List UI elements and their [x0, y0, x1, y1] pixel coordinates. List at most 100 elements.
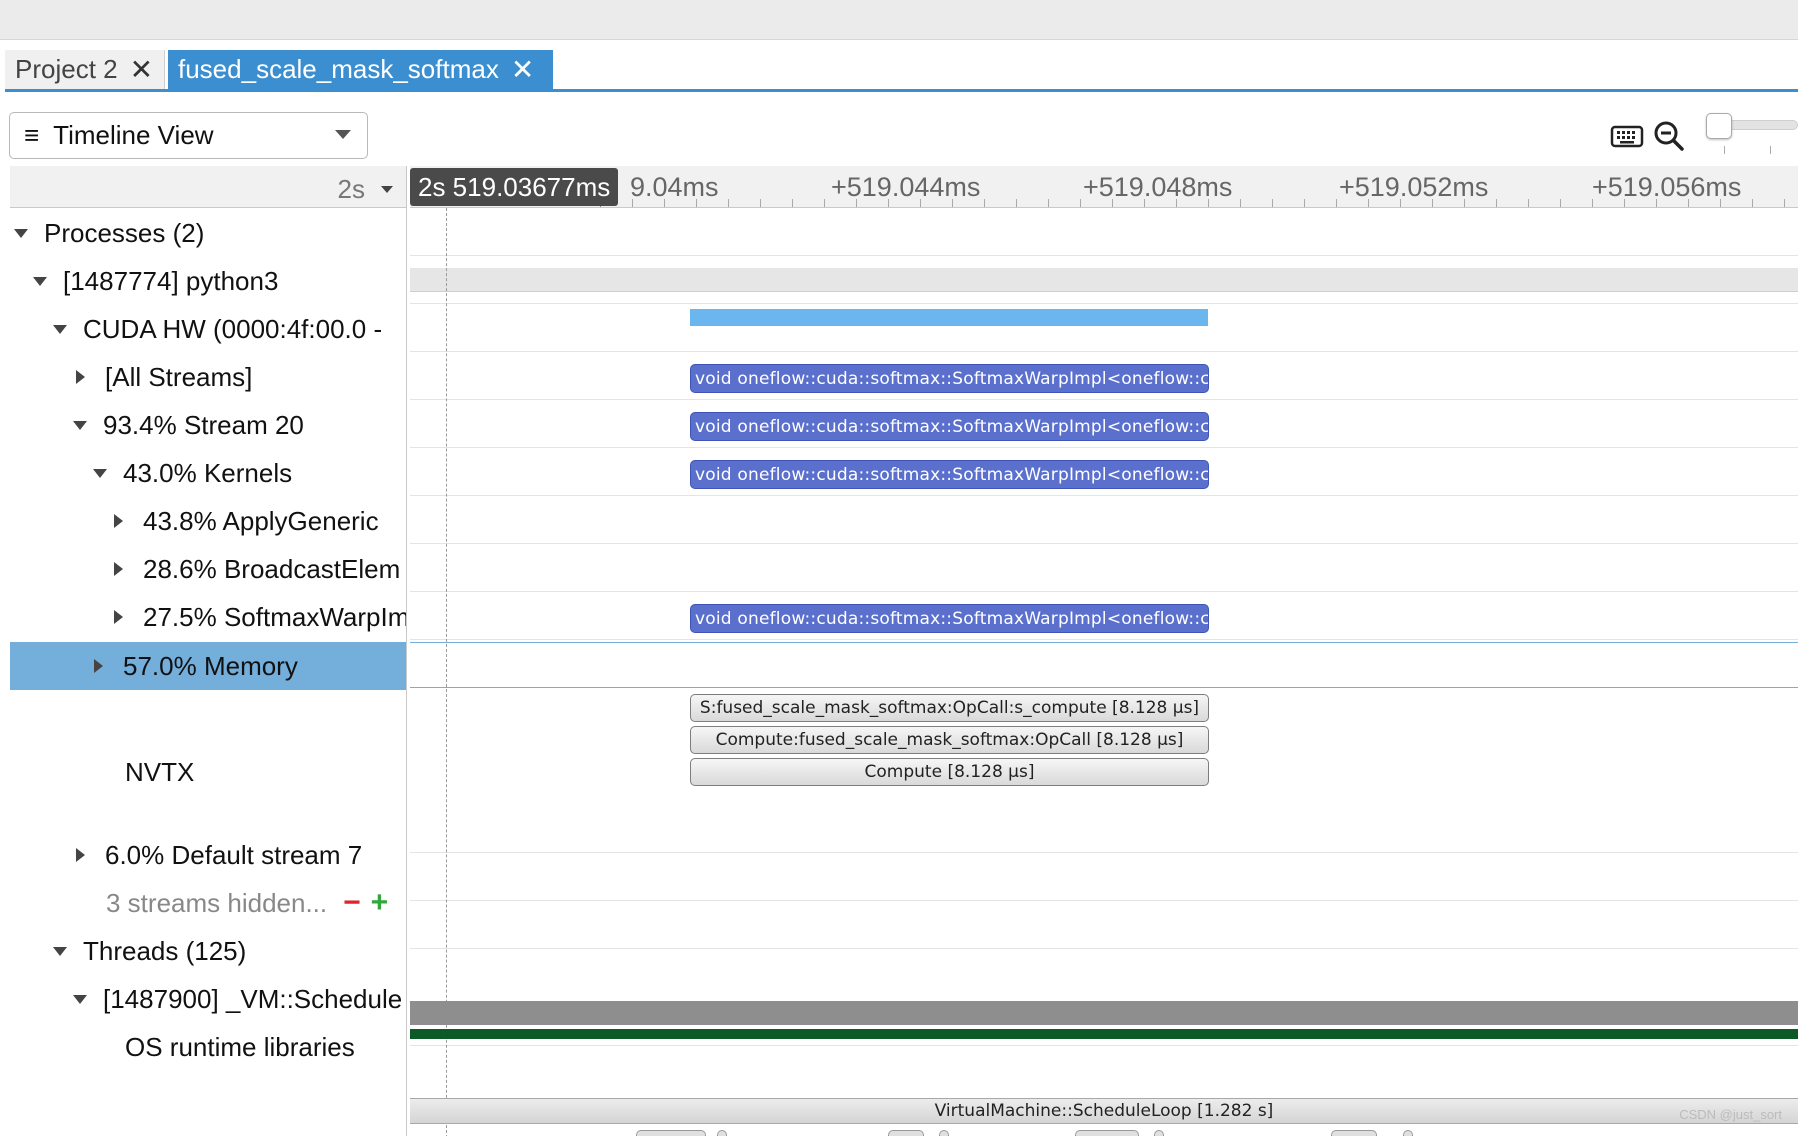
- expand-triangle-icon[interactable]: [14, 228, 28, 238]
- expand-triangle-icon[interactable]: [93, 468, 107, 478]
- tree-row-label: Processes (2): [44, 217, 205, 248]
- window-title-bar: [0, 0, 1798, 40]
- nvtx-range[interactable]: Compute:fused_scale_mask_softmax:OpCall …: [690, 726, 1209, 754]
- kernel-kernels-row[interactable]: void oneflow::cuda::softmax::SoftmaxWarp…: [690, 460, 1209, 489]
- chevron-down-icon: [381, 186, 393, 193]
- tree-row-broadcast[interactable]: 28.6% BroadcastElem: [10, 545, 406, 593]
- os-runtime-range[interactable]: VirtualMachine::ScheduleLoop [1.282 s]: [410, 1098, 1798, 1124]
- thread-running-band[interactable]: [410, 1029, 1798, 1039]
- tab-project-2[interactable]: Project 2 ✕: [5, 50, 165, 89]
- ruler-tick: [792, 199, 793, 207]
- nvtx-range[interactable]: Compute [8.128 µs]: [690, 758, 1209, 786]
- tree-row-label: 43.8% ApplyGeneric: [143, 505, 379, 536]
- ruler-tick: [1656, 199, 1657, 207]
- tree-row-cuda-hw[interactable]: CUDA HW (0000:4f:00.0 -: [10, 305, 406, 353]
- expand-triangle-icon[interactable]: [73, 994, 87, 1004]
- ruler-tick: [1752, 199, 1753, 207]
- row-separator: [410, 303, 1798, 304]
- time-ruler[interactable]: 9.04ms +519.044ms +519.048ms +519.052ms …: [410, 166, 1798, 208]
- expand-triangle-icon[interactable]: [73, 420, 87, 430]
- timescale-selector[interactable]: 2s: [10, 166, 406, 208]
- kernel-stream-20[interactable]: void oneflow::cuda::softmax::SoftmaxWarp…: [690, 412, 1209, 441]
- nvtx-range[interactable]: S:fused_scale_mask_softmax:OpCall:s_comp…: [690, 694, 1209, 722]
- ruler-tick: [1496, 199, 1497, 207]
- slider-tick: [1770, 146, 1771, 154]
- collapse-triangle-icon[interactable]: [76, 848, 85, 862]
- ruler-label: +519.044ms: [831, 172, 981, 202]
- tab-label: fused_scale_mask_softmax: [178, 54, 499, 84]
- collapse-triangle-icon[interactable]: [94, 659, 103, 673]
- os-runtime-call[interactable]: [636, 1130, 706, 1136]
- tree-row-label: [1487900] _VM::Schedule: [103, 983, 403, 1014]
- tree-row-label: [All Streams]: [105, 361, 253, 392]
- tree-row-all-streams[interactable]: [All Streams]: [10, 353, 406, 401]
- view-selector-dropdown[interactable]: ≡ Timeline View: [9, 112, 368, 159]
- tree-row-default-stream[interactable]: 6.0% Default stream 7: [10, 831, 406, 879]
- tab-fused-scale-mask-softmax[interactable]: fused_scale_mask_softmax ✕: [168, 50, 553, 89]
- tree-row-label: OS runtime libraries: [125, 1031, 355, 1062]
- ruler-label: +519.056ms: [1592, 172, 1742, 202]
- tree-row-softmax[interactable]: 27.5% SoftmaxWarpIm: [10, 593, 407, 641]
- tree-row-label: 57.0% Memory: [123, 650, 298, 681]
- zoom-out-icon[interactable]: [1651, 118, 1687, 154]
- ruler-label: 9.04ms: [630, 172, 719, 202]
- timescale-label: 2s: [337, 174, 365, 204]
- tree-row-label: 28.6% BroadcastElem: [143, 553, 401, 584]
- os-runtime-call[interactable]: [717, 1130, 727, 1136]
- os-runtime-call[interactable]: [1403, 1130, 1413, 1136]
- os-runtime-call[interactable]: [1075, 1130, 1139, 1136]
- document-tab-strip: Project 2 ✕ fused_scale_mask_softmax ✕: [5, 50, 1798, 92]
- tree-row-process[interactable]: [1487774] python3: [10, 257, 406, 305]
- thread-activity-band[interactable]: [410, 1001, 1798, 1025]
- tree-row-label: Threads (125): [83, 935, 247, 966]
- timeline-canvas[interactable]: 9.04ms +519.044ms +519.048ms +519.052ms …: [410, 166, 1798, 1136]
- collapse-triangle-icon[interactable]: [114, 562, 123, 576]
- close-icon[interactable]: ✕: [130, 55, 153, 84]
- collapse-triangle-icon[interactable]: [76, 370, 85, 384]
- cuda-hw-activity-bar[interactable]: [690, 309, 1208, 326]
- show-stream-button[interactable]: +: [371, 886, 389, 920]
- zoom-slider-handle[interactable]: [1706, 113, 1732, 139]
- tree-row-kernels[interactable]: 43.0% Kernels: [10, 449, 406, 497]
- tree-row-stream-20[interactable]: 93.4% Stream 20: [10, 401, 406, 449]
- close-icon[interactable]: ✕: [511, 55, 534, 84]
- tree-row-thread[interactable]: [1487900] _VM::Schedule: [10, 975, 406, 1023]
- expand-triangle-icon[interactable]: [53, 946, 67, 956]
- kernel-softmax-row[interactable]: void oneflow::cuda::softmax::SoftmaxWarp…: [690, 604, 1209, 633]
- tree-row-streams-hidden: 3 streams hidden... − +: [10, 879, 406, 927]
- os-runtime-call[interactable]: [1154, 1130, 1164, 1136]
- ruler-tick: [696, 199, 697, 207]
- hamburger-menu-icon: ≡: [24, 120, 40, 150]
- expand-triangle-icon[interactable]: [33, 276, 47, 286]
- keyboard-icon[interactable]: [1609, 118, 1645, 154]
- tree-row-label: 27.5% SoftmaxWarpIm: [143, 601, 407, 632]
- tree-row-os-runtime[interactable]: OS runtime libraries: [10, 1023, 406, 1071]
- kernel-all-streams[interactable]: void oneflow::cuda::softmax::SoftmaxWarp…: [690, 364, 1209, 393]
- tree-row-label: 43.0% Kernels: [123, 457, 293, 488]
- ruler-tick: [984, 199, 985, 207]
- view-selector-value: Timeline View: [53, 120, 214, 150]
- ruler-tick: [1208, 199, 1209, 207]
- row-separator: [410, 351, 1798, 352]
- collapse-triangle-icon[interactable]: [114, 610, 123, 624]
- watermark: CSDN @just_sort: [1679, 1107, 1782, 1122]
- ruler-tick: [952, 199, 953, 207]
- os-runtime-call[interactable]: [1331, 1130, 1377, 1136]
- row-separator: [410, 543, 1798, 544]
- tree-row-processes[interactable]: Processes (2): [10, 209, 406, 257]
- tree-row-nvtx[interactable]: NVTX: [10, 748, 406, 796]
- expand-triangle-icon[interactable]: [53, 324, 67, 334]
- tree-row-memory[interactable]: 57.0% Memory: [10, 642, 406, 690]
- tree-row-label: CUDA HW (0000:4f:00.0 -: [83, 313, 383, 344]
- os-runtime-call[interactable]: [939, 1130, 949, 1136]
- os-runtime-call[interactable]: [888, 1130, 924, 1136]
- collapse-triangle-icon[interactable]: [114, 514, 123, 528]
- tree-row-apply-generic[interactable]: 43.8% ApplyGeneric: [10, 497, 406, 545]
- ruler-tick: [1240, 199, 1241, 207]
- ruler-tick: [1784, 199, 1785, 207]
- tree-row-threads[interactable]: Threads (125): [10, 927, 406, 975]
- row-separator: [410, 900, 1798, 901]
- slider-tick: [1724, 146, 1725, 154]
- ruler-tick: [824, 199, 825, 207]
- hide-stream-button[interactable]: −: [343, 886, 361, 920]
